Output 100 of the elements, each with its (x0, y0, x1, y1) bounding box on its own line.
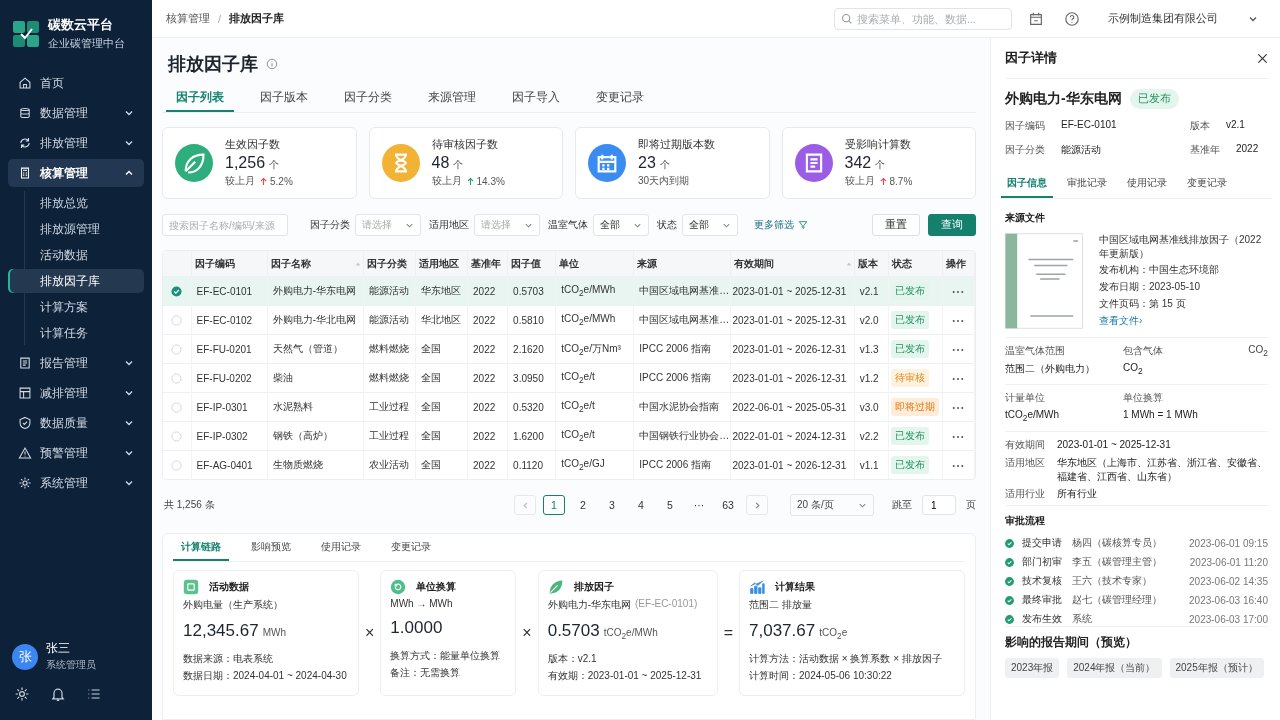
tab[interactable]: 因子列表 (166, 84, 234, 112)
tab[interactable]: 审批记录 (1061, 171, 1113, 198)
page-button[interactable]: 1 (543, 495, 565, 515)
tab[interactable]: 因子版本 (250, 84, 318, 112)
page-button[interactable]: 5 (659, 495, 681, 515)
table-cell: 2023-01-01 ~ 2025-12-31 (732, 285, 847, 297)
table-cell: v1.3 (859, 343, 879, 355)
search-field[interactable]: 搜索因子名称/编码/来源 (162, 214, 288, 236)
radio-button[interactable] (171, 372, 183, 384)
radio-button[interactable] (171, 343, 183, 355)
filter-label: 温室气体 (548, 218, 588, 232)
search-field[interactable]: 搜索菜单、功能、数据... (834, 7, 1012, 30)
page-input[interactable]: 1 (922, 495, 956, 515)
nav-item[interactable]: 首页 (8, 69, 144, 97)
nav-subitem[interactable]: 排放源管理 (8, 217, 144, 241)
more-icon[interactable] (952, 463, 965, 468)
more-icon[interactable] (952, 347, 965, 352)
reset-button[interactable]: 重置 (872, 214, 920, 236)
nav-item[interactable]: 排放管理 (8, 129, 144, 157)
nav-subitem[interactable]: 计算方案 (8, 295, 144, 319)
nav-subitem[interactable]: 活动数据 (8, 243, 144, 267)
tab[interactable]: 来源管理 (418, 84, 486, 112)
close-icon[interactable] (1257, 52, 1268, 64)
nav-item[interactable]: 报告管理 (8, 349, 144, 377)
grid-icon (18, 386, 32, 400)
nav-subitem[interactable]: 排放总览 (8, 191, 144, 215)
card-subtitle: MWh → MWh (390, 598, 453, 609)
card-detail: 备注：无需换算 (390, 666, 462, 680)
help-icon[interactable] (1064, 10, 1080, 27)
list-icon[interactable] (86, 686, 102, 702)
radio-button[interactable] (171, 430, 183, 442)
table-cell: IPCC 2006 指南 (639, 372, 712, 383)
table-cell: tCO$_{2}$e/万Nm³ (561, 342, 621, 354)
table-cell: 柴油 (272, 372, 293, 383)
page-button[interactable]: 2 (572, 495, 594, 515)
more-icon[interactable] (952, 318, 965, 323)
compare-label: 较上月 (844, 174, 875, 188)
tab[interactable]: 变更记录 (1181, 171, 1233, 198)
step-time: 2023-06-03 17:00 (1189, 613, 1268, 625)
document-detail: 发布日期：2023-05-10 (1099, 280, 1202, 294)
tab[interactable]: 使用记录 (1121, 171, 1173, 198)
page-size-select[interactable]: 20 条/页 (790, 494, 874, 516)
tab[interactable]: 计算链路 (173, 534, 229, 561)
more-icon[interactable] (952, 434, 965, 439)
tab[interactable]: 影响预览 (243, 534, 299, 561)
table-cell: 2.1620 (513, 343, 544, 355)
document-detail: 发布机构：中国生态环境部 (1099, 263, 1220, 277)
tab[interactable]: 变更记录 (586, 84, 654, 112)
table-cell: 3.0950 (513, 372, 544, 384)
gear-icon (18, 476, 32, 490)
radio-button[interactable] (171, 459, 183, 471)
table-cell: EF-IP-0302 (196, 430, 248, 442)
tab[interactable]: 因子信息 (1001, 171, 1053, 198)
table-cell: 全国 (420, 430, 441, 441)
field-label: 包含气体 (1123, 344, 1163, 358)
breadcrumb-link[interactable]: 核算管理 (166, 11, 210, 26)
radio-button[interactable] (171, 285, 183, 297)
nav-item[interactable]: 减排管理 (8, 379, 144, 407)
more-icon[interactable] (952, 376, 965, 381)
radio-button[interactable] (171, 401, 183, 413)
page-button[interactable]: 3 (601, 495, 623, 515)
card-detail: 有效期：2023-01-01 ~ 2025-12-31 (547, 669, 703, 683)
nav-subitem[interactable]: 排放因子库 (8, 269, 144, 293)
info-icon[interactable] (266, 58, 278, 70)
more-filters-link[interactable]: 更多筛选 (754, 218, 808, 232)
nav-item[interactable]: 预警管理 (8, 439, 144, 467)
status-badge: 已发布 (890, 340, 929, 358)
nav-subitem[interactable]: 计算任务 (8, 321, 144, 345)
nav-item[interactable]: 系统管理 (8, 469, 144, 497)
stat-unit: 个 (875, 158, 886, 172)
field-label: 单位换算 (1123, 391, 1163, 405)
step-time: 2023-06-03 16:40 (1189, 594, 1268, 606)
nav-item[interactable]: 数据质量 (8, 409, 144, 437)
page-button[interactable]: ··· (688, 495, 710, 515)
page-button[interactable]: 63 (717, 495, 739, 515)
card-detail: 版本：v2.1 (547, 652, 598, 666)
field-value: EF-EC-0101 (1061, 119, 1117, 132)
radio-button[interactable] (171, 314, 183, 326)
more-icon[interactable] (952, 405, 965, 410)
sort-icon (354, 260, 361, 267)
tab[interactable]: 使用记录 (313, 534, 369, 561)
calendar-icon[interactable] (1028, 10, 1044, 27)
table-cell: tCO$_{2}$e/GJ (561, 458, 605, 469)
view-file-link[interactable]: 查看文件› (1099, 314, 1268, 328)
gas-label: CO$_{2}$ (1248, 344, 1268, 358)
page-button[interactable]: 4 (630, 495, 652, 515)
field-label: 因子编码 (1005, 119, 1045, 133)
tab[interactable]: 因子分类 (334, 84, 402, 112)
tab[interactable]: 变更记录 (383, 534, 439, 561)
settings-icon[interactable] (14, 686, 30, 702)
nav-item[interactable]: 核算管理 (8, 159, 144, 187)
nav-item[interactable]: 数据管理 (8, 99, 144, 127)
select-field[interactable]: 全部 (682, 214, 738, 236)
more-icon[interactable] (952, 289, 965, 294)
step-person: 王六（技术专家） (1072, 574, 1153, 588)
company-dropdown[interactable]: 示例制造集团有限公司 (1100, 6, 1266, 31)
select-field[interactable]: 全部 (593, 214, 649, 236)
bell-icon[interactable] (50, 686, 66, 702)
query-button[interactable]: 查询 (928, 214, 976, 236)
tab[interactable]: 因子导入 (502, 84, 570, 112)
